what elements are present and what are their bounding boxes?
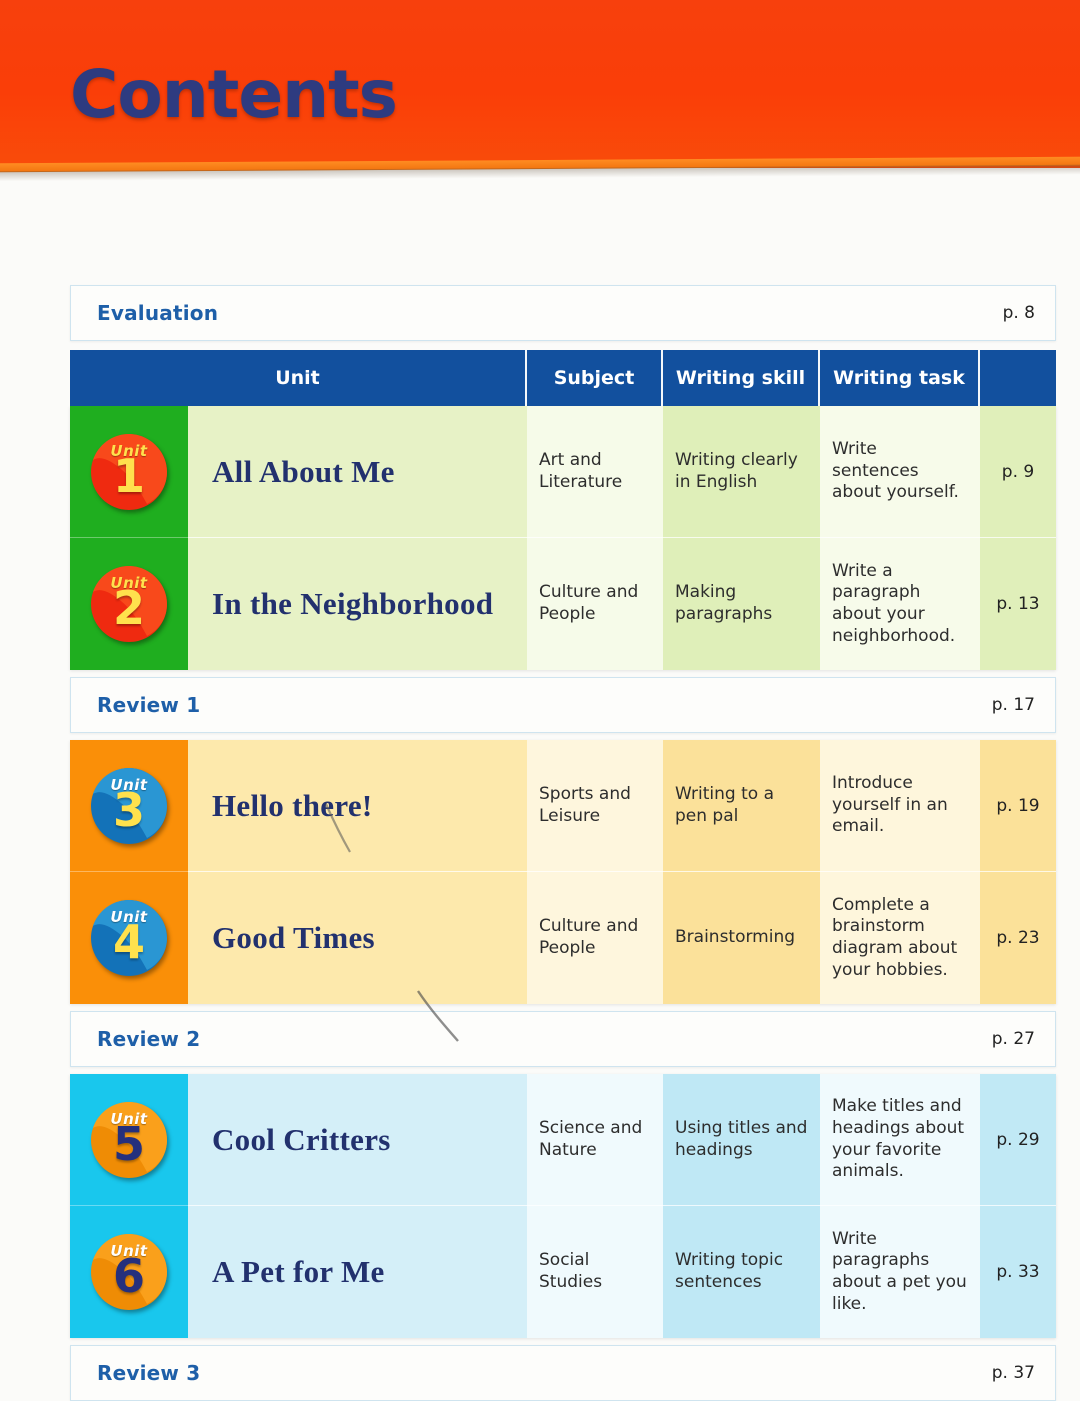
table-row[interactable]: Unit 5 Cool Critters Science and Nature … (70, 1074, 1056, 1206)
unit-color-band: Unit 4 (70, 872, 188, 1004)
page-banner: Contents (0, 0, 1080, 168)
table-header-row: Unit Subject Writing skill Writing task (70, 350, 1056, 406)
header-page (980, 350, 1056, 406)
evaluation-label: Evaluation (97, 301, 219, 325)
unit-badge-number: 3 (112, 782, 145, 837)
unit-writing-task: Write paragraphs about a pet you like. (820, 1206, 980, 1338)
unit-title: Hello there! (188, 740, 527, 872)
unit-badge-number: 5 (112, 1116, 145, 1171)
unit-color-band: Unit 1 (70, 406, 188, 538)
unit-block-green: Unit 1 All About Me Art and Literature W… (70, 406, 1056, 670)
unit-writing-task: Complete a brainstorm diagram about your… (820, 872, 980, 1004)
unit-badge-number: 4 (112, 915, 145, 969)
header-writing-task: Writing task (820, 350, 980, 406)
table-row[interactable]: Unit 2 In the Neighborhood Culture and P… (70, 538, 1056, 670)
evaluation-page: p. 8 (1002, 303, 1035, 323)
unit-title: All About Me (188, 406, 527, 538)
unit-subject: Culture and People (527, 872, 663, 1004)
unit-title: Good Times (188, 872, 527, 1004)
unit-badge-icon: Unit 3 (87, 765, 171, 847)
unit-writing-task: Write sentences about yourself. (820, 406, 980, 538)
unit-writing-skill: Using titles and headings (663, 1074, 820, 1206)
unit-block-blue: Unit 5 Cool Critters Science and Nature … (70, 1074, 1056, 1338)
review-row[interactable]: Review 2 p. 27 (70, 1011, 1056, 1067)
page-title: Contents (70, 56, 398, 133)
unit-title: Cool Critters (188, 1074, 527, 1206)
unit-page: p. 19 (980, 740, 1056, 872)
unit-page: p. 23 (980, 872, 1056, 1004)
review-row[interactable]: Review 1 p. 17 (70, 677, 1056, 733)
review-label: Review 3 (97, 1361, 201, 1385)
unit-title: In the Neighborhood (188, 538, 527, 670)
unit-badge-icon: Unit 6 (87, 1231, 171, 1313)
unit-subject: Social Studies (527, 1206, 663, 1338)
unit-writing-skill: Making paragraphs (663, 538, 820, 670)
unit-writing-skill: Writing topic sentences (663, 1206, 820, 1338)
unit-page: p. 33 (980, 1206, 1056, 1338)
unit-badge-icon: Unit 2 (87, 563, 171, 645)
table-row[interactable]: Unit 4 Good Times Culture and People Bra… (70, 872, 1056, 1004)
table-row[interactable]: Unit 6 A Pet for Me Social Studies Writi… (70, 1206, 1056, 1338)
unit-badge-number: 1 (112, 448, 145, 503)
unit-badge-icon: Unit 1 (87, 431, 171, 513)
review-page: p. 27 (991, 1029, 1035, 1049)
header-unit: Unit (70, 350, 527, 406)
unit-page: p. 9 (980, 406, 1056, 538)
unit-writing-task: Make titles and headings about your favo… (820, 1074, 980, 1206)
unit-block-orange: Unit 3 Hello there! Sports and Leisure W… (70, 740, 1056, 1004)
unit-badge-icon: Unit 4 (87, 897, 171, 979)
review-label: Review 1 (97, 693, 201, 717)
unit-subject: Art and Literature (527, 406, 663, 538)
unit-color-band: Unit 2 (70, 538, 188, 670)
unit-color-band: Unit 6 (70, 1206, 188, 1338)
unit-writing-task: Write a paragraph about your neighborhoo… (820, 538, 980, 670)
unit-writing-skill: Writing to a pen pal (663, 740, 820, 872)
review-page: p. 37 (991, 1363, 1035, 1383)
unit-writing-skill: Brainstorming (663, 872, 820, 1004)
unit-subject: Sports and Leisure (527, 740, 663, 872)
unit-color-band: Unit 3 (70, 740, 188, 872)
table-of-contents: Evaluation p. 8 Unit Subject Writing ski… (70, 285, 1056, 1401)
unit-writing-task: Introduce yourself in an email. (820, 740, 980, 872)
unit-color-band: Unit 5 (70, 1074, 188, 1206)
unit-title: A Pet for Me (188, 1206, 527, 1338)
review-label: Review 2 (97, 1027, 201, 1051)
review-row[interactable]: Review 3 p. 37 (70, 1345, 1056, 1401)
table-row[interactable]: Unit 3 Hello there! Sports and Leisure W… (70, 740, 1056, 872)
header-subject: Subject (527, 350, 663, 406)
unit-subject: Culture and People (527, 538, 663, 670)
unit-subject: Science and Nature (527, 1074, 663, 1206)
unit-page: p. 13 (980, 538, 1056, 670)
evaluation-row[interactable]: Evaluation p. 8 (70, 285, 1056, 341)
header-writing-skill: Writing skill (663, 350, 820, 406)
unit-page: p. 29 (980, 1074, 1056, 1206)
review-page: p. 17 (991, 695, 1035, 715)
table-row[interactable]: Unit 1 All About Me Art and Literature W… (70, 406, 1056, 538)
unit-writing-skill: Writing clearly in English (663, 406, 820, 538)
unit-badge-number: 2 (112, 581, 145, 635)
unit-badge-number: 6 (112, 1249, 145, 1303)
unit-badge-icon: Unit 5 (87, 1099, 171, 1181)
